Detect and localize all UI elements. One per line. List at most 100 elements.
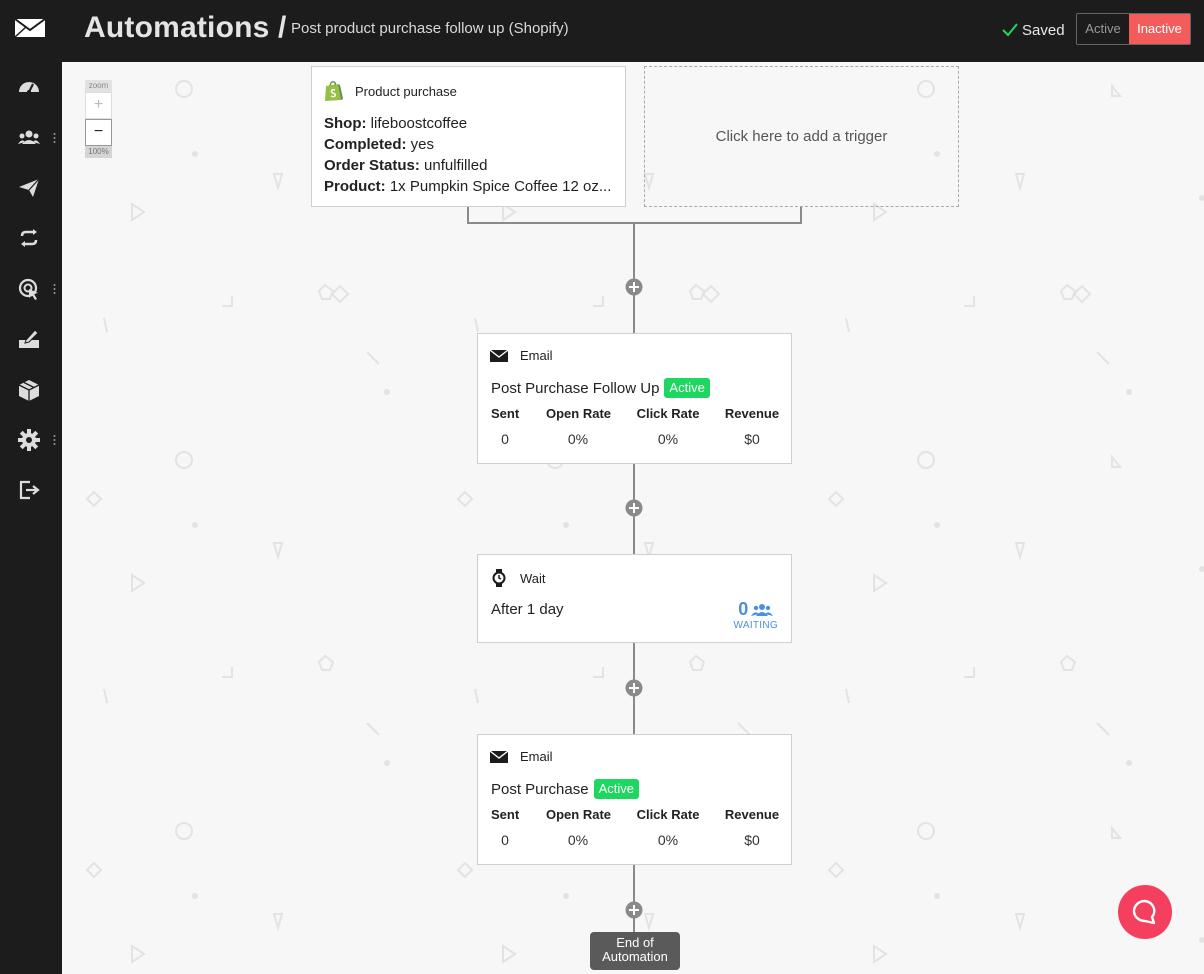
trigger-prop-order-status: Order Status: unfulfilled	[324, 155, 614, 176]
stat-revenue: Revenue $0	[724, 406, 780, 447]
add-step-button[interactable]	[625, 901, 643, 919]
add-step-button[interactable]	[625, 499, 643, 517]
prop-key: Order Status:	[324, 157, 420, 174]
prop-value: unfulfilled	[424, 157, 488, 174]
email-title: Post Purchase Follow Up	[491, 379, 660, 397]
stat-value: 0	[501, 431, 509, 447]
saved-label: Saved	[1022, 21, 1065, 39]
step-type: Email	[520, 749, 553, 764]
box-icon	[18, 380, 40, 401]
sidebar	[0, 0, 62, 974]
stopwatch-icon	[492, 569, 506, 587]
chat-support-button[interactable]	[1118, 885, 1172, 939]
zoom-out-button[interactable]: −	[85, 119, 112, 146]
toggle-active-button[interactable]: Active	[1077, 14, 1129, 44]
stat-open-rate: Open Rate 0%	[546, 406, 612, 447]
page-title[interactable]: Automations /	[84, 11, 287, 45]
stat-label: Revenue	[724, 807, 780, 822]
end-of-automation: End of Automation	[590, 932, 680, 970]
people-icon	[751, 604, 774, 616]
zoom-in-button[interactable]: +	[85, 92, 112, 119]
add-trigger-button[interactable]: Click here to add a trigger	[644, 66, 959, 207]
zoom-level: 100%	[85, 146, 112, 158]
prop-key: Completed:	[324, 136, 407, 153]
stat-value: 0%	[567, 832, 589, 848]
stat-click-rate: Click Rate 0%	[636, 406, 700, 447]
top-bar: Automations / Post product purchase foll…	[62, 0, 1204, 62]
end-label-line2: Automation	[602, 949, 668, 964]
more-menu-icon[interactable]	[53, 131, 56, 145]
stat-value: 0	[501, 832, 509, 848]
sidebar-item-contacts[interactable]	[0, 120, 62, 156]
step-header: Wait	[490, 569, 546, 587]
more-menu-icon[interactable]	[53, 282, 56, 296]
end-label-line1: End of	[616, 935, 654, 950]
email-title: Post Purchase	[491, 780, 589, 798]
prop-value: 1x Pumpkin Spice Coffee 12 oz...	[389, 178, 612, 195]
gear-icon	[18, 429, 40, 451]
trigger-prop-shop: Shop: lifeboostcoffee	[324, 113, 614, 134]
automation-canvas[interactable]: zoom + − 100% Product purchase Shop: lif…	[62, 62, 1204, 974]
zoom-label: zoom	[85, 80, 112, 92]
zoom-control: zoom + − 100%	[85, 80, 112, 158]
email-step-card[interactable]: Email Post Purchase Follow Up Active Sen…	[477, 333, 792, 464]
sidebar-item-products[interactable]	[0, 372, 62, 408]
stat-value: $0	[744, 431, 760, 447]
stat-label: Click Rate	[636, 406, 700, 421]
waiting-counter: 0 WAITING	[733, 599, 778, 631]
logout-icon	[19, 480, 40, 500]
prop-value: yes	[410, 136, 435, 153]
checkmark-icon	[1002, 23, 1018, 37]
add-step-button[interactable]	[625, 679, 643, 697]
save-status: Saved	[1002, 18, 1065, 42]
email-name: Post Purchase Active	[491, 779, 639, 799]
automation-name[interactable]: Post product purchase follow up (Shopify…	[291, 20, 569, 37]
sidebar-item-settings[interactable]	[0, 422, 62, 458]
step-type: Wait	[520, 570, 546, 586]
target-cursor-icon	[18, 278, 38, 300]
sidebar-item-dashboard[interactable]	[0, 69, 62, 105]
stat-click-rate: Click Rate 0%	[636, 807, 700, 848]
more-menu-icon[interactable]	[53, 433, 56, 447]
stat-label: Open Rate	[546, 406, 612, 421]
wait-step-card[interactable]: Wait After 1 day 0 WAITING	[477, 554, 792, 643]
sidebar-item-templates[interactable]	[0, 321, 62, 357]
stat-revenue: Revenue $0	[724, 807, 780, 848]
add-step-button[interactable]	[625, 278, 643, 296]
contacts-icon	[18, 130, 40, 144]
status-badge: Active	[664, 378, 710, 398]
sidebar-item-logout[interactable]	[0, 472, 62, 508]
stat-open-rate: Open Rate 0%	[546, 807, 612, 848]
stat-sent: Sent 0	[491, 406, 519, 447]
sidebar-item-campaigns[interactable]	[0, 170, 62, 206]
trigger-header: Product purchase	[324, 81, 457, 102]
shopify-bag-icon	[325, 81, 343, 101]
prop-key: Product:	[324, 178, 386, 195]
waiting-count: 0	[738, 599, 749, 619]
trigger-type: Product purchase	[355, 84, 457, 99]
status-badge: Active	[593, 779, 639, 799]
app-logo-icon[interactable]	[14, 16, 46, 40]
step-header: Email	[490, 348, 553, 363]
stat-value: 0%	[567, 431, 589, 447]
sidebar-item-automations[interactable]	[0, 220, 62, 256]
stat-value: 0%	[657, 832, 679, 848]
paper-plane-icon	[19, 178, 40, 197]
trigger-properties: Shop: lifeboostcoffee Completed: yes Ord…	[324, 113, 614, 197]
stat-label: Click Rate	[636, 807, 700, 822]
stat-label: Sent	[491, 406, 520, 421]
email-step-card[interactable]: Email Post Purchase Active Sent 0 Open Ra…	[477, 734, 792, 865]
wait-duration: After 1 day	[491, 601, 564, 618]
stat-sent: Sent 0	[491, 807, 519, 848]
trigger-prop-completed: Completed: yes	[324, 134, 614, 155]
step-header: Email	[490, 749, 553, 764]
trigger-card[interactable]: Product purchase Shop: lifeboostcoffee C…	[311, 66, 626, 207]
stat-label: Revenue	[724, 406, 780, 421]
chat-bubble-icon	[1132, 899, 1156, 925]
trigger-prop-product: Product: 1x Pumpkin Spice Coffee 12 oz..…	[324, 176, 614, 197]
repeat-icon	[20, 229, 38, 247]
stat-label: Open Rate	[546, 807, 612, 822]
sidebar-item-forms[interactable]	[0, 271, 62, 307]
status-toggle[interactable]: Active Inactive	[1076, 13, 1191, 45]
toggle-inactive-button[interactable]: Inactive	[1129, 14, 1190, 44]
